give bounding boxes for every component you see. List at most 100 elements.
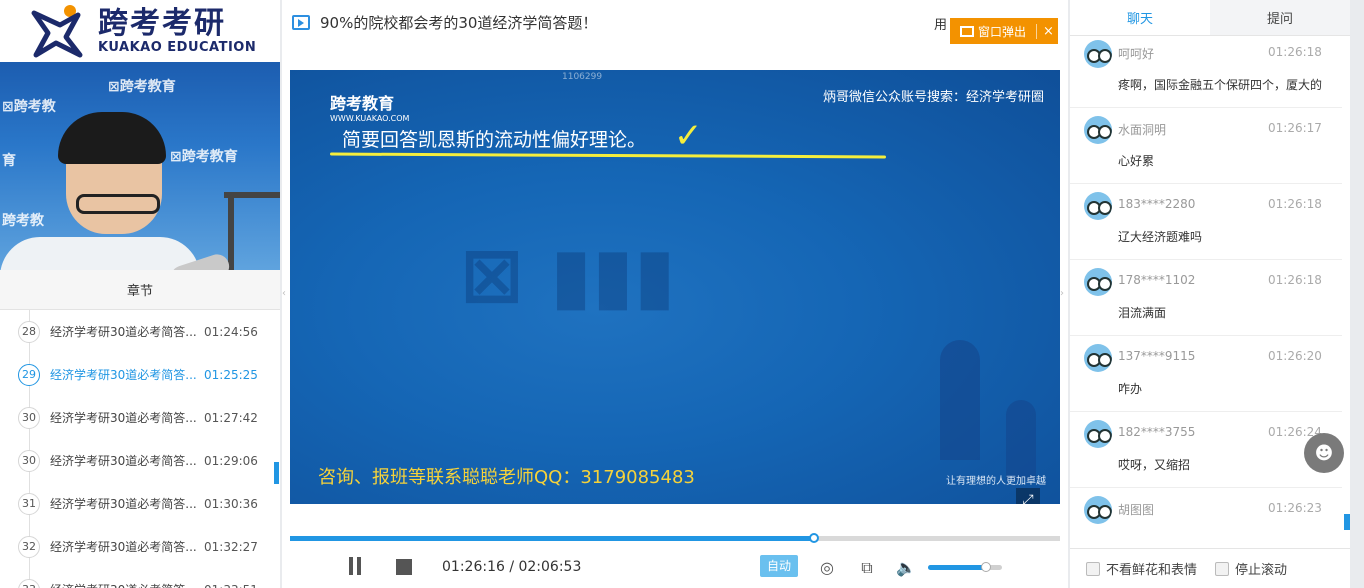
chat-tabs: 聊天 提问 <box>1070 0 1350 36</box>
chapter-time: 01:33:51 <box>204 583 258 588</box>
teacher-glasses <box>76 194 160 214</box>
chapter-list: 28 经济学考研30道必考简答... 01:24:56 29 经济学考研30道必考简答.… <box>0 310 280 588</box>
chat-message: 胡图图 01:26:23 <box>1070 488 1342 540</box>
chapter-item[interactable]: 30 经济学考研30道必考简答... 01:27:42 <box>0 396 280 439</box>
hide-flowers-checkbox[interactable]: 不看鲜花和表情 <box>1086 559 1197 578</box>
player-panel: 90%的院校都会考的30道经济学简答题！ 用 窗口弹出 × 1106299 跨考… <box>282 0 1068 588</box>
user-avatar-icon <box>1084 420 1112 448</box>
chapter-title: 经济学考研30道必考简答... <box>50 325 197 339</box>
video-progress-bar[interactable] <box>290 533 1060 543</box>
video-wechat-note: 炳哥微信公众账号搜索：经济学考研圈 <box>822 90 1044 105</box>
user-avatar-icon <box>1084 496 1112 524</box>
chat-options: 不看鲜花和表情 停止滚动 <box>1070 548 1350 588</box>
chapter-number: 30 <box>18 406 40 429</box>
chapter-item[interactable]: 30 经济学考研30道必考简答... 01:29:06 <box>0 439 280 482</box>
video-logo-url: WWW.KUAKAO.COM <box>330 114 410 123</box>
chat-text: 泪流满面 <box>1118 306 1167 320</box>
quality-button[interactable]: 自动 <box>760 555 798 577</box>
video-top-strip <box>290 44 1060 70</box>
chat-username: 178****1102 <box>1118 273 1196 287</box>
video-play-icon <box>292 14 310 30</box>
video-id-overlay: 1106299 <box>562 72 603 82</box>
chat-text: 咋办 <box>1118 382 1143 396</box>
app-root: 跨考考研 KUAKAO EDUCATION ⊠跨考教育 ⊠跨考教 ⊠跨考教育 育… <box>0 0 1364 588</box>
popout-window-button[interactable]: 窗口弹出 × <box>950 18 1058 44</box>
user-avatar-icon <box>1084 40 1112 68</box>
chat-message: 183****2280 01:26:18 辽大经济题难吗 <box>1070 184 1342 260</box>
chapter-title: 经济学考研30道必考简答... <box>50 454 197 468</box>
chat-message: 182****3755 01:26:24 哎呀，又缩招 <box>1070 412 1342 488</box>
chat-timestamp: 01:26:20 <box>1268 349 1322 363</box>
chapter-time: 01:32:27 <box>204 539 258 554</box>
chapter-section-header: 章节 <box>0 270 280 310</box>
chat-text: 疼啊，国际金融五个保研四个，厦大的 <box>1118 78 1323 92</box>
user-avatar-icon <box>1084 192 1112 220</box>
video-progress-fill <box>290 536 814 541</box>
chapter-title: 经济学考研30道必考简答... <box>50 581 198 588</box>
checkbox-icon[interactable] <box>1215 561 1230 576</box>
chapter-list-scrollbar[interactable] <box>274 462 279 484</box>
chapter-time: 01:24:56 <box>204 324 258 339</box>
hide-flowers-label: 不看鲜花和表情 <box>1106 563 1198 578</box>
chapter-number: 31 <box>18 492 40 515</box>
chat-message: 178****1102 01:26:18 泪流满面 <box>1070 260 1342 336</box>
chapter-time: 01:25:25 <box>204 367 258 382</box>
stop-button[interactable] <box>396 559 412 575</box>
chat-username: 137****9115 <box>1118 349 1196 363</box>
stop-scroll-label: 停止滚动 <box>1235 563 1288 578</box>
popout-label: 窗口弹出 <box>978 24 1027 39</box>
chat-panel: 聊天 提问 呵呵好 01:26:18 疼啊，国际金融五个保研四个，厦大的水面洞明 01… <box>1070 0 1350 588</box>
user-avatar-icon <box>1084 344 1112 372</box>
video-progress-handle[interactable] <box>808 533 819 543</box>
chat-message: 呵呵好 01:26:18 疼啊，国际金融五个保研四个，厦大的 <box>1070 36 1342 108</box>
chapter-number: 29 <box>18 363 40 386</box>
chapter-title: 经济学考研30道必考简答... <box>50 411 197 425</box>
time-display: 01:26:16 / 02:06:53 <box>442 559 582 575</box>
brand-name-en: KUAKAO EDUCATION <box>98 39 257 55</box>
camera-watermark: ⊠跨考教育 <box>170 149 238 165</box>
picture-in-picture-icon[interactable]: ⧉ <box>857 559 877 577</box>
user-avatar-icon <box>1084 268 1112 296</box>
chapter-time: 01:29:06 <box>204 453 258 468</box>
video-logo: 跨考教育 WWW.KUAKAO.COM <box>330 90 409 123</box>
close-icon[interactable]: × <box>1036 23 1054 39</box>
video-question-text: 简要回答凯恩斯的流动性偏好理论。 <box>342 129 647 151</box>
question-underline <box>329 152 887 159</box>
chat-text: 辽大经济题难吗 <box>1118 230 1203 244</box>
video-frame[interactable]: 1106299 跨考教育 WWW.KUAKAO.COM 炳哥微信公众账号搜索：经… <box>290 70 1060 504</box>
background-figure <box>940 340 980 460</box>
customer-service-icon[interactable]: ☻ <box>1304 433 1344 473</box>
volume-slider[interactable] <box>928 562 1002 572</box>
chapter-title: 经济学考研30道必考简答... <box>50 368 197 382</box>
volume-handle[interactable] <box>980 562 991 572</box>
collapse-right-icon[interactable]: › <box>1060 288 1064 299</box>
chat-username: 水面洞明 <box>1118 123 1167 137</box>
volume-icon[interactable]: 🔈 <box>896 559 916 577</box>
chapter-item[interactable]: 28 经济学考研30道必考简答... 01:24:56 <box>0 310 280 353</box>
checkbox-icon[interactable] <box>1086 561 1100 576</box>
camera-watermark: ⊠跨考教 <box>2 99 56 115</box>
volume-fill <box>928 565 986 570</box>
fullscreen-icon[interactable]: ⤢ <box>1016 488 1040 504</box>
chapter-item[interactable]: 33 经济学考研30道必考简答... 01:33:51 <box>0 568 280 588</box>
pause-button[interactable] <box>348 557 362 575</box>
brand-name-cn: 跨考考研 <box>98 5 226 41</box>
monitor-icon <box>960 25 974 37</box>
player-controls: 01:26:16 / 02:06:53 自动 ◎ ⧉ 🔈 <box>282 545 1068 588</box>
collapse-left-icon[interactable]: ‹ <box>282 288 286 299</box>
tab-chat[interactable]: 聊天 <box>1070 0 1210 35</box>
chapter-time: 01:27:42 <box>204 410 258 425</box>
chat-timestamp: 01:26:17 <box>1268 121 1322 135</box>
video-title: 90%的院校都会考的30道经济学简答题！ <box>320 13 598 32</box>
broadcast-icon[interactable]: ◎ <box>817 559 837 577</box>
chapter-item[interactable]: 29 经济学考研30道必考简答... 01:25:25 <box>0 353 280 396</box>
chapter-item[interactable]: 32 经济学考研30道必考简答... 01:32:27 <box>0 525 280 568</box>
video-contact-text: 咨询、报班等联系聪聪老师QQ：3179085483 <box>318 467 695 488</box>
chapter-title: 经济学考研30道必考简答... <box>50 497 197 511</box>
tab-questions[interactable]: 提问 <box>1210 0 1350 35</box>
chat-username: 183****2280 <box>1118 197 1196 211</box>
left-panel: 跨考考研 KUAKAO EDUCATION ⊠跨考教育 ⊠跨考教 ⊠跨考教育 育… <box>0 0 280 588</box>
video-logo-text: 跨考教育 <box>330 94 395 113</box>
chapter-item[interactable]: 31 经济学考研30道必考简答... 01:30:36 <box>0 482 280 525</box>
stop-scroll-checkbox[interactable]: 停止滚动 <box>1215 559 1287 578</box>
